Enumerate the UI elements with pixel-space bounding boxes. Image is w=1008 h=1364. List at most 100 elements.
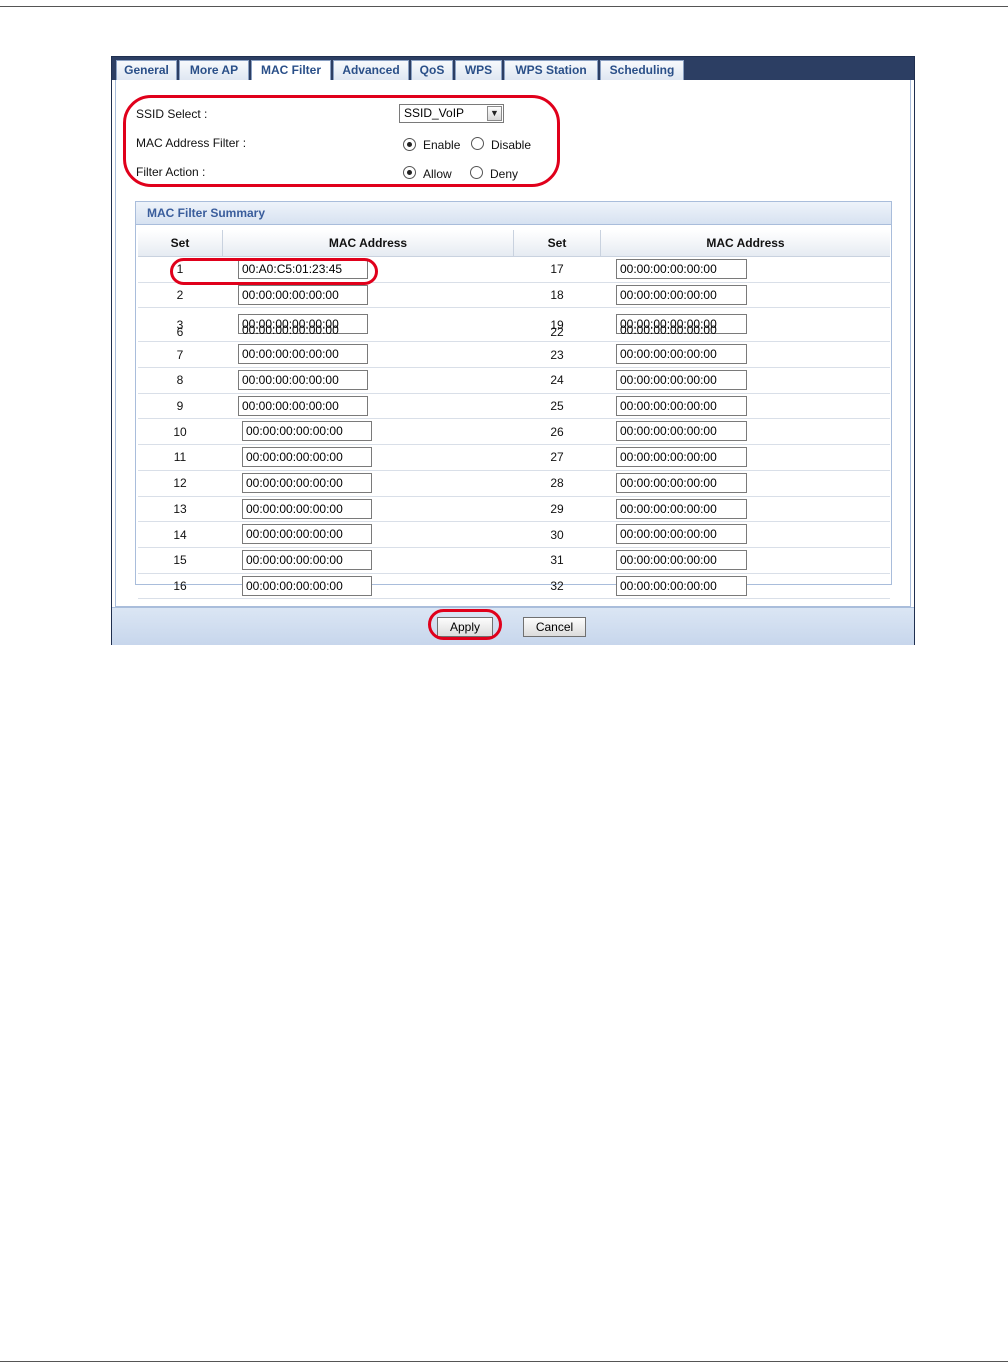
tab-mac-filter[interactable]: MAC Filter xyxy=(251,60,331,81)
wireless-settings-screen: General More AP MAC Filter Advanced QoS … xyxy=(111,56,915,645)
mac-address-input[interactable]: 00:00:00:00:00:00 xyxy=(242,524,372,545)
table-row: 11 00:00:00:00:00:00 27 00:00:00:00:00:00 xyxy=(138,445,890,471)
header-mac-right: MAC Address xyxy=(706,236,785,250)
filter-action-label: Filter Action : xyxy=(136,165,206,179)
mac-filter-summary-title: MAC Filter Summary xyxy=(136,202,891,225)
tab-general[interactable]: General xyxy=(116,60,177,80)
set-number: 2 xyxy=(176,288,184,303)
table-row: 9 00:00:00:00:00:00 25 00:00:00:00:00:00 xyxy=(138,394,890,420)
table-row: 12 00:00:00:00:00:00 28 00:00:00:00:00:00 xyxy=(138,471,890,497)
set-number: 27 xyxy=(550,450,564,465)
mac-address-input[interactable]: 00:00:00:00:00:00 xyxy=(616,284,747,305)
set-number: 1 xyxy=(176,262,184,277)
set-number: 29 xyxy=(550,501,564,516)
overlap-mac-text: 00:00:00:00:00:00 xyxy=(242,323,339,338)
mac-filter-enable-radio[interactable] xyxy=(403,138,416,151)
table-row: 1 00:A0:C5:01:23:45 17 00:00:00:00:00:00 xyxy=(138,257,890,283)
mac-filter-enable-label: Enable xyxy=(423,138,461,152)
set-number: 12 xyxy=(173,476,187,491)
table-row: 2 00:00:00:00:00:00 18 00:00:00:00:00:00 xyxy=(138,283,890,309)
ssid-select[interactable]: SSID_VoIP ▼ xyxy=(399,104,504,123)
mac-address-input[interactable]: 00:00:00:00:00:00 xyxy=(616,549,747,570)
mac-address-input[interactable]: 00:00:00:00:00:00 xyxy=(238,284,368,305)
apply-button[interactable]: Apply xyxy=(437,617,493,637)
overlap-mac-text: 00:00:00:00:00:00 xyxy=(620,323,717,338)
set-number: 30 xyxy=(550,527,564,542)
table-row: 15 00:00:00:00:00:00 31 00:00:00:00:00:00 xyxy=(138,548,890,574)
mac-address-input[interactable]: 00:A0:C5:01:23:45 xyxy=(238,259,368,279)
ssid-select-value: SSID_VoIP xyxy=(404,106,465,120)
set-number: 7 xyxy=(176,347,184,362)
filter-action-deny-label: Deny xyxy=(490,167,519,181)
filter-action-allow-label: Allow xyxy=(423,167,452,181)
mac-address-input[interactable]: 00:00:00:00:00:00 xyxy=(616,472,747,493)
mac-address-input[interactable]: 00:00:00:00:00:00 xyxy=(238,370,368,391)
tab-wps[interactable]: WPS xyxy=(455,60,502,80)
table-row: 8 00:00:00:00:00:00 24 00:00:00:00:00:00 xyxy=(138,368,890,394)
set-number: 11 xyxy=(173,450,187,465)
mac-address-input[interactable]: 00:00:00:00:00:00 xyxy=(616,524,747,545)
mac-address-input[interactable]: 00:00:00:00:00:00 xyxy=(616,395,747,416)
tab-more-ap[interactable]: More AP xyxy=(179,60,249,80)
mac-address-input[interactable]: 00:00:00:00:00:00 xyxy=(616,370,747,391)
set-number: 18 xyxy=(550,288,564,303)
set-number: 15 xyxy=(173,553,187,568)
table-row: 16 00:00:00:00:00:00 32 00:00:00:00:00:00 xyxy=(138,574,890,600)
mac-address-input[interactable]: 00:00:00:00:00:00 xyxy=(238,344,368,365)
set-number: 14 xyxy=(173,527,187,542)
mac-filter-disable-label: Disable xyxy=(491,138,532,152)
tab-bar: General More AP MAC Filter Advanced QoS … xyxy=(112,57,914,81)
filter-action-deny-radio[interactable] xyxy=(470,166,483,179)
table-body: 1 00:A0:C5:01:23:45 17 00:00:00:00:00:00 2 00… xyxy=(138,257,890,600)
mac-address-input[interactable]: 00:00:00:00:00:00 xyxy=(616,575,747,596)
mac-address-input[interactable]: 00:00:00:00:00:00 xyxy=(616,421,747,442)
table-row: 3 00:00:00:00:00:00 19 00:00:00:00:00:00 6 22… xyxy=(138,308,890,343)
mac-address-input[interactable]: 00:00:00:00:00:00 xyxy=(616,344,747,365)
mac-address-input[interactable]: 00:00:00:00:00:00 xyxy=(616,447,747,468)
mac-address-filter-label: MAC Address Filter : xyxy=(136,136,247,150)
set-number: 28 xyxy=(550,476,564,491)
set-number: 17 xyxy=(550,262,564,277)
mac-address-input[interactable]: 00:00:00:00:00:00 xyxy=(242,421,372,442)
tab-wps-station[interactable]: WPS Station xyxy=(504,60,598,80)
chevron-down-icon: ▼ xyxy=(487,106,502,121)
set-number: 23 xyxy=(550,347,564,362)
table-row: 7 00:00:00:00:00:00 23 00:00:00:00:00:00 xyxy=(138,342,890,369)
tab-advanced[interactable]: Advanced xyxy=(333,60,409,80)
set-number: 8 xyxy=(176,373,184,388)
tab-qos[interactable]: QoS xyxy=(411,60,453,80)
set-number: 31 xyxy=(550,553,564,568)
mac-filter-summary: MAC Filter Summary Set MAC Address Set M… xyxy=(135,201,892,600)
set-number: 13 xyxy=(173,501,187,516)
table-row: 13 00:00:00:00:00:00 29 00:00:00:00:00:00 xyxy=(138,497,890,523)
mac-address-input[interactable]: 00:00:00:00:00:00 xyxy=(616,498,747,519)
set-number: 24 xyxy=(550,373,564,388)
set-number: 9 xyxy=(176,399,184,414)
button-footer: Apply Cancel xyxy=(112,607,914,645)
set-number: 32 xyxy=(550,578,564,593)
mac-address-input[interactable]: 00:00:00:00:00:00 xyxy=(242,472,372,493)
set-number: 25 xyxy=(550,399,564,414)
page-bottom-rule xyxy=(0,1361,1008,1362)
mac-address-input[interactable]: 00:00:00:00:00:00 xyxy=(242,549,372,570)
header-mac-left: MAC Address xyxy=(223,230,514,256)
mac-address-input[interactable]: 00:00:00:00:00:00 xyxy=(242,498,372,519)
mac-address-input[interactable]: 00:00:00:00:00:00 xyxy=(242,447,372,468)
header-set-left: Set xyxy=(138,230,223,256)
mac-filter-table: Set MAC Address Set MAC Address 1 00:A0:C… xyxy=(138,230,890,600)
mac-address-input[interactable]: 00:00:00:00:00:00 xyxy=(242,575,372,596)
mac-address-input[interactable]: 00:00:00:00:00:00 xyxy=(616,259,747,279)
header-set-right: Set xyxy=(514,230,601,256)
ssid-select-label: SSID Select : xyxy=(136,107,208,121)
set-number: 26 xyxy=(550,424,564,439)
set-number: 16 xyxy=(173,578,187,593)
table-header: Set MAC Address Set MAC Address xyxy=(138,230,890,257)
tab-scheduling[interactable]: Scheduling xyxy=(600,60,684,80)
mac-address-input[interactable]: 00:00:00:00:00:00 xyxy=(238,395,368,416)
table-row: 14 00:00:00:00:00:00 30 00:00:00:00:00:00 xyxy=(138,522,890,548)
mac-filter-disable-radio[interactable] xyxy=(471,137,484,150)
cancel-button[interactable]: Cancel xyxy=(523,617,586,637)
filter-action-allow-radio[interactable] xyxy=(403,166,416,179)
page-top-rule xyxy=(0,6,1008,7)
table-row: 10 00:00:00:00:00:00 26 00:00:00:00:00:00 xyxy=(138,419,890,446)
